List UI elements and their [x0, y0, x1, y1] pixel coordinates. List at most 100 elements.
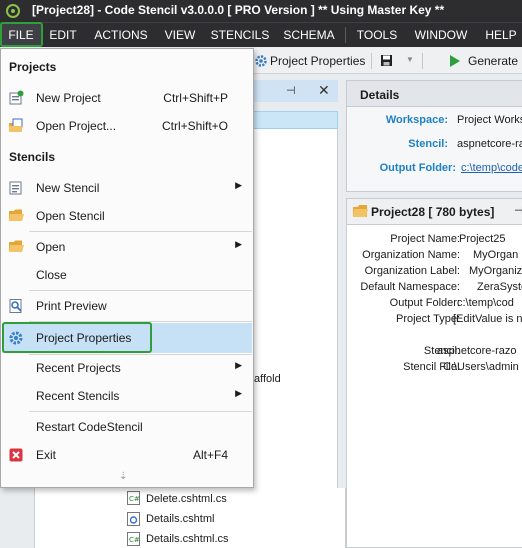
menu-tools[interactable]: TOOLS [352, 23, 402, 47]
app-logo-icon [6, 4, 20, 18]
prop-label: Project Type: [396, 313, 460, 325]
menu-recent-stencils[interactable]: Recent Stencils ▶ [2, 383, 252, 409]
open-project-icon [9, 118, 23, 132]
print-preview-label: Print Preview [36, 299, 107, 313]
save-icon[interactable] [380, 54, 393, 67]
project-panel: Project28 [ 780 bytes] ⊣ Project Name: P… [346, 198, 522, 548]
menu-help[interactable]: HELP [480, 23, 522, 47]
tree-file-item[interactable]: Details.cshtml.cs [146, 533, 229, 545]
new-project-label: New Project [36, 91, 101, 105]
menu-separator [345, 27, 346, 43]
open-project-shortcut: Ctrl+Shift+O [161, 119, 228, 133]
menu-bar: FILE EDIT ACTIONS VIEW STENCILS SCHEMA T… [0, 22, 522, 47]
svg-text:C#: C# [129, 536, 140, 544]
file-menu-highlight [0, 22, 43, 47]
project-panel-header: Project28 [ 780 bytes] ⊣ [347, 199, 522, 225]
workspace-label: Workspace: [385, 114, 448, 126]
submenu-arrow-icon: ▶ [235, 180, 242, 190]
play-icon [450, 55, 460, 67]
details-header: Details [347, 81, 522, 107]
menu-schema[interactable]: SCHEMA [279, 23, 339, 47]
section-stencils: Stencils [9, 150, 56, 164]
prop-value: Project25 [459, 233, 506, 245]
menu-open[interactable]: Open ▶ [2, 234, 252, 260]
explorer-header: ⊣ ✕ [254, 80, 338, 102]
toolbar-separator [422, 53, 423, 69]
more-items-chevron-icon[interactable]: ⇣ [119, 471, 127, 482]
recent-projects-label: Recent Projects [36, 361, 121, 375]
file-dropdown-menu: Projects New Project Ctrl+Shift+P Open P… [0, 48, 254, 488]
folder-open-icon [9, 209, 24, 221]
menu-separator [29, 290, 252, 291]
menu-close[interactable]: Close [2, 262, 252, 288]
project-properties-highlight [2, 322, 152, 353]
prop-value: [EditValue is n [453, 313, 522, 325]
toolbar-separator [371, 53, 372, 69]
toolbar-generate-button[interactable]: Generate [468, 54, 518, 68]
exit-label: Exit [36, 448, 57, 462]
folder-icon [9, 240, 24, 252]
prop-value: c:\temp\cod [457, 297, 514, 309]
title-bar: [Project28] - Code Stencil v3.0.0.0 [ PR… [0, 0, 522, 22]
prop-value: MyOrgan [473, 249, 519, 261]
svg-text:C#: C# [129, 495, 140, 503]
toolbar: Project Properties ▼ Generate [254, 48, 522, 74]
submenu-arrow-icon: ▶ [235, 360, 242, 370]
print-preview-icon [9, 299, 22, 313]
explorer-tree: affold [254, 129, 338, 548]
menu-exit[interactable]: Exit Alt+F4 [2, 442, 252, 468]
menu-stencils[interactable]: STENCILS [205, 23, 275, 47]
exit-icon [9, 448, 23, 462]
csharp-file-icon: C# [127, 491, 140, 505]
prop-label: Organization Label: [364, 265, 460, 277]
close-panel-icon[interactable]: ✕ [318, 82, 330, 99]
close-label: Close [36, 268, 67, 282]
menu-view[interactable]: VIEW [158, 23, 202, 47]
stencil-value: aspnetcore-raz [457, 138, 522, 150]
new-stencil-label: New Stencil [36, 181, 100, 195]
toolbar-project-properties[interactable]: Project Properties [270, 54, 365, 68]
tree-file-item[interactable]: Details.cshtml [146, 513, 214, 525]
section-projects: Projects [9, 60, 57, 74]
tree-file-item[interactable]: Delete.cshtml.cs [146, 493, 227, 505]
prop-label: Output Folder: [389, 297, 460, 309]
prop-label: Project Name: [390, 233, 460, 245]
details-panel: Details Workspace: Project Works Stencil… [346, 80, 522, 192]
menu-separator [29, 411, 252, 412]
gear-icon [255, 55, 267, 67]
save-dropdown-arrow-icon[interactable]: ▼ [406, 55, 414, 64]
menu-edit[interactable]: EDIT [44, 23, 82, 47]
pin-icon[interactable]: ⊣ [514, 204, 522, 217]
pin-icon[interactable]: ⊣ [286, 84, 296, 97]
prop-value: ZeraSyste [477, 281, 522, 293]
open-stencil-label: Open Stencil [36, 209, 105, 223]
stencil-label: Stencil: [408, 138, 448, 150]
menu-restart[interactable]: Restart CodeStencil [2, 414, 252, 440]
menu-separator [29, 231, 252, 232]
prop-label: Default Namespace: [360, 281, 460, 293]
details-title: Details [360, 88, 400, 102]
output-folder-link[interactable]: c:\temp\code [461, 162, 522, 174]
menu-open-project[interactable]: Open Project... Ctrl+Shift+O [2, 113, 252, 139]
prop-value: aspnetcore-razo [437, 345, 517, 357]
razor-file-icon [127, 512, 140, 526]
new-project-shortcut: Ctrl+Shift+P [163, 91, 228, 105]
explorer-selected-row[interactable] [254, 111, 338, 129]
submenu-arrow-icon: ▶ [235, 388, 242, 398]
prop-value: MyOrganiz [469, 265, 522, 277]
output-folder-label: Output Folder: [379, 162, 456, 174]
menu-new-project[interactable]: New Project Ctrl+Shift+P [2, 85, 252, 111]
new-project-icon [9, 90, 24, 105]
menu-open-stencil[interactable]: Open Stencil [2, 203, 252, 229]
menu-recent-projects[interactable]: Recent Projects ▶ [2, 355, 252, 381]
menu-print-preview[interactable]: Print Preview [2, 293, 252, 319]
restart-label: Restart CodeStencil [36, 420, 143, 434]
menu-new-stencil[interactable]: New Stencil ▶ [2, 175, 252, 201]
tree-item-partial[interactable]: affold [254, 373, 281, 385]
folder-icon [353, 205, 368, 217]
prop-label: Organization Name: [362, 249, 460, 261]
menu-window[interactable]: WINDOW [408, 23, 474, 47]
project-panel-title: Project28 [ 780 bytes] [371, 205, 495, 219]
menu-actions[interactable]: ACTIONS [86, 23, 156, 47]
open-label: Open [36, 240, 66, 254]
